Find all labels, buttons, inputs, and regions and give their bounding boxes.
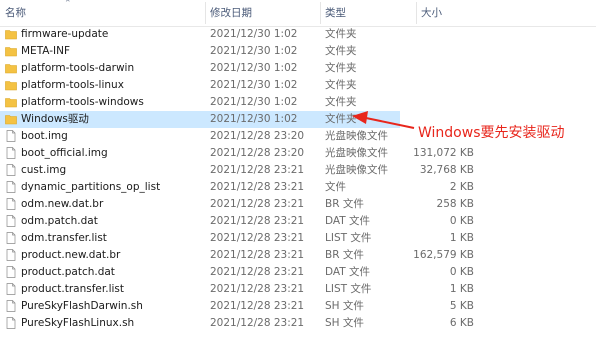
annotation-text: Windows要先安装驱动 <box>418 125 565 141</box>
annotation-arrow <box>352 111 415 129</box>
